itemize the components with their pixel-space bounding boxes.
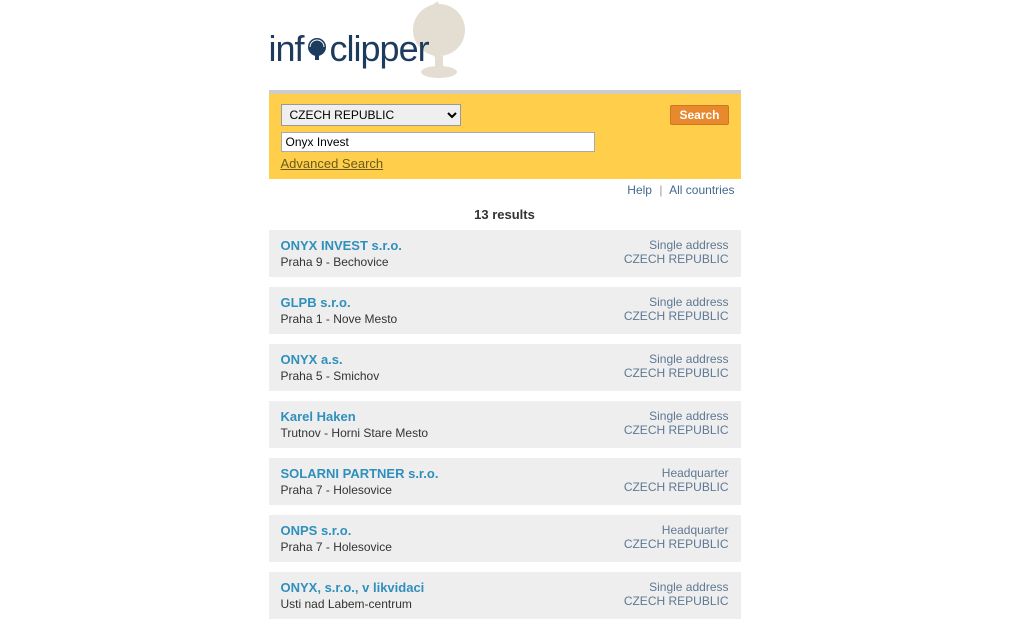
address-type: Single address [624, 352, 729, 366]
help-link[interactable]: Help [627, 183, 652, 197]
address-type: Single address [624, 409, 729, 423]
country-label: CZECH REPUBLIC [624, 423, 729, 437]
results-list: ONYX INVEST s.r.o. Praha 9 - Bechovice Sin… [269, 230, 741, 619]
country-label: CZECH REPUBLIC [624, 252, 729, 266]
search-button[interactable]: Search [670, 105, 728, 125]
result-item: ONPS s.r.o. Praha 7 - Holesovice Headquart… [269, 515, 741, 562]
address-type: Single address [624, 295, 729, 309]
logo-text-clipper: clipper [330, 28, 429, 69]
country-label: CZECH REPUBLIC [624, 594, 729, 608]
separator: | [659, 183, 662, 197]
result-right: Single addressCZECH REPUBLIC [624, 238, 729, 266]
result-item: Karel Haken Trutnov - Horni Stare Mesto Si… [269, 401, 741, 448]
result-right: HeadquarterCZECH REPUBLIC [624, 523, 729, 551]
address-type: Single address [624, 580, 729, 594]
result-item: ONYX a.s. Praha 5 - Smichov Single address… [269, 344, 741, 391]
result-left: SOLARNI PARTNER s.r.o. Praha 7 - Holesovi… [281, 466, 439, 497]
company-location: Praha 7 - Holesovice [281, 540, 392, 554]
company-location: Trutnov - Horni Stare Mesto [281, 426, 429, 440]
result-right: HeadquarterCZECH REPUBLIC [624, 466, 729, 494]
result-left: ONYX INVEST s.r.o. Praha 9 - Bechovice [281, 238, 402, 269]
company-location: Praha 5 - Smichov [281, 369, 380, 383]
company-name-link[interactable]: GLPB s.r.o. [281, 295, 351, 310]
result-left: ONYX a.s. Praha 5 - Smichov [281, 352, 380, 383]
result-right: Single addressCZECH REPUBLIC [624, 295, 729, 323]
result-item: ONYX, s.r.o., v likvidaci Usti nad Labem-… [269, 572, 741, 619]
result-right: Single addressCZECH REPUBLIC [624, 409, 729, 437]
country-label: CZECH REPUBLIC [624, 537, 729, 551]
company-location: Usti nad Labem-centrum [281, 597, 425, 611]
results-count: 13 results [269, 203, 741, 230]
result-left: ONYX, s.r.o., v likvidaci Usti nad Labem-… [281, 580, 425, 611]
result-left: GLPB s.r.o. Praha 1 - Nove Mesto [281, 295, 398, 326]
company-name-link[interactable]: Karel Haken [281, 409, 356, 424]
address-type: Single address [624, 238, 729, 252]
company-name-link[interactable]: ONYX, s.r.o., v likvidaci [281, 580, 425, 595]
company-location: Praha 9 - Bechovice [281, 255, 402, 269]
result-left: Karel Haken Trutnov - Horni Stare Mesto [281, 409, 429, 440]
company-name-link[interactable]: ONPS s.r.o. [281, 523, 352, 538]
result-left: ONPS s.r.o. Praha 7 - Holesovice [281, 523, 392, 554]
company-name-link[interactable]: SOLARNI PARTNER s.r.o. [281, 466, 439, 481]
country-label: CZECH REPUBLIC [624, 480, 729, 494]
search-input[interactable] [281, 132, 595, 152]
country-label: CZECH REPUBLIC [624, 309, 729, 323]
address-type: Headquarter [624, 523, 729, 537]
advanced-search-link[interactable]: Advanced Search [281, 156, 384, 171]
result-item: SOLARNI PARTNER s.r.o. Praha 7 - Holesovi… [269, 458, 741, 505]
help-bar: Help | All countries [269, 179, 741, 203]
result-right: Single addressCZECH REPUBLIC [624, 580, 729, 608]
country-select[interactable]: CZECH REPUBLIC [281, 104, 461, 126]
all-countries-link[interactable]: All countries [669, 183, 734, 197]
logo-o-globe-icon [304, 36, 330, 62]
logo[interactable]: inf clipper [269, 10, 741, 85]
result-item: ONYX INVEST s.r.o. Praha 9 - Bechovice Sin… [269, 230, 741, 277]
company-name-link[interactable]: ONYX INVEST s.r.o. [281, 238, 402, 253]
company-location: Praha 1 - Nove Mesto [281, 312, 398, 326]
result-right: Single addressCZECH REPUBLIC [624, 352, 729, 380]
company-name-link[interactable]: ONYX a.s. [281, 352, 343, 367]
address-type: Headquarter [624, 466, 729, 480]
logo-text-info: inf [269, 28, 304, 69]
company-location: Praha 7 - Holesovice [281, 483, 439, 497]
result-item: GLPB s.r.o. Praha 1 - Nove Mesto Single ad… [269, 287, 741, 334]
country-label: CZECH REPUBLIC [624, 366, 729, 380]
search-panel: CZECH REPUBLIC Search Advanced Search [269, 94, 741, 179]
